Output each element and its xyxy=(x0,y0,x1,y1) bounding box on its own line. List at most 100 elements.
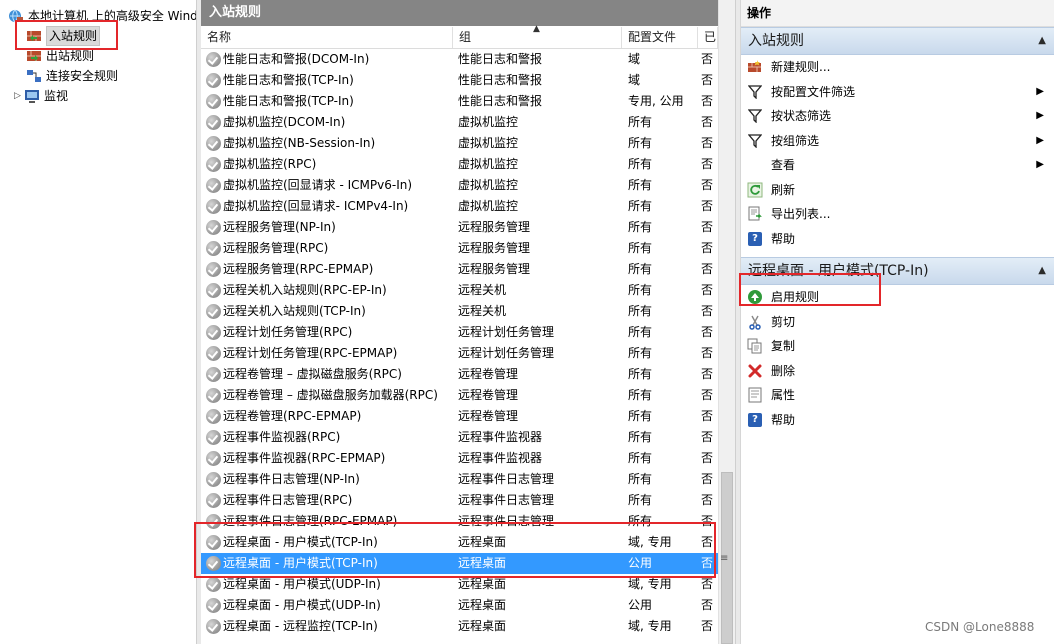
action-item[interactable]: 删除 xyxy=(741,359,1054,384)
table-row[interactable]: 虚拟机监控(RPC) 虚拟机监控 所有 否 xyxy=(201,154,718,175)
table-row[interactable]: 性能日志和警报(DCOM-In) 性能日志和警报 域 否 xyxy=(201,49,718,70)
submenu-arrow-icon: ▶ xyxy=(1036,134,1044,146)
tree-item-label: 连接安全规则 xyxy=(46,69,119,83)
action-item[interactable]: 属性 xyxy=(741,383,1054,408)
action-item[interactable]: 新建规则... xyxy=(741,55,1054,80)
rule-group-cell: 远程关机 xyxy=(458,283,507,297)
table-row[interactable]: 远程桌面 - 用户模式(UDP-In) 远程桌面 公用 否 xyxy=(201,595,718,616)
rule-profile-cell: 所有 xyxy=(628,325,653,339)
table-row[interactable]: 远程计划任务管理(RPC) 远程计划任务管理 所有 否 xyxy=(201,322,718,343)
action-item[interactable]: 按状态筛选 ▶ xyxy=(741,104,1054,129)
disabled-rule-icon xyxy=(206,241,221,256)
action-label: 复制 xyxy=(771,339,796,353)
action-item[interactable]: 查看 ▶ xyxy=(741,153,1054,178)
expand-arrow-icon[interactable]: ▷ xyxy=(14,86,24,106)
console-tree: 本地计算机 上的高级安全 Windows 入站规则 出站规则 连接安全规则 ▷ xyxy=(0,0,196,644)
rule-name-cell: 远程计划任务管理(RPC) xyxy=(223,325,353,339)
actions-pane: 操作 入站规则 ▲ 新建规则... 按配置文件筛选 ▶ 按状态筛选 ▶ 按组筛选 ▶ 查看 ▶ 刷… xyxy=(740,0,1054,644)
disabled-rule-icon xyxy=(206,157,221,172)
rule-group-cell: 性能日志和警报 xyxy=(458,94,543,108)
rule-enabled-cell: 否 xyxy=(701,346,714,360)
table-row[interactable]: 远程桌面 - 远程监控(TCP-In) 远程桌面 域, 专用 否 xyxy=(201,616,718,637)
action-item[interactable]: ? 帮助 xyxy=(741,408,1054,433)
action-item[interactable]: 导出列表... xyxy=(741,202,1054,227)
column-header-name[interactable]: 名称 xyxy=(201,27,453,48)
table-row[interactable]: 远程服务管理(RPC-EPMAP) 远程服务管理 所有 否 xyxy=(201,259,718,280)
collapse-arrow-icon[interactable]: ▲ xyxy=(1038,28,1046,54)
table-row[interactable]: 远程卷管理 – 虚拟磁盘服务加载器(RPC) 远程卷管理 所有 否 xyxy=(201,385,718,406)
rule-group-cell: 性能日志和警报 xyxy=(458,73,543,87)
table-row[interactable]: 远程事件监视器(RPC) 远程事件监视器 所有 否 xyxy=(201,427,718,448)
action-label: 删除 xyxy=(771,363,796,378)
disabled-rule-icon xyxy=(206,262,221,277)
action-item[interactable]: 复制 xyxy=(741,334,1054,359)
rule-profile-cell: 所有 xyxy=(628,409,653,423)
tree-item-monitoring[interactable]: ▷ 监视 xyxy=(14,86,68,106)
rule-profile-cell: 所有 xyxy=(628,283,653,297)
action-item[interactable]: 刷新 xyxy=(741,178,1054,203)
table-row[interactable]: 虚拟机监控(回显请求 - ICMPv6-In) 虚拟机监控 所有 否 xyxy=(201,175,718,196)
rule-enabled-cell: 否 xyxy=(701,115,714,129)
rule-name-cell: 性能日志和警报(DCOM-In) xyxy=(223,52,370,66)
action-item[interactable]: 按组筛选 ▶ xyxy=(741,129,1054,154)
rule-profile-cell: 域 xyxy=(628,73,641,87)
action-label: 帮助 xyxy=(771,412,796,427)
table-row[interactable]: 远程卷管理 – 虚拟磁盘服务(RPC) 远程卷管理 所有 否 xyxy=(201,364,718,385)
rule-name-cell: 远程事件监视器(RPC) xyxy=(223,430,341,444)
disabled-rule-icon xyxy=(206,388,221,403)
rule-group-cell: 虚拟机监控 xyxy=(458,157,519,171)
rule-group-cell: 远程桌面 xyxy=(458,619,507,633)
export-icon xyxy=(747,206,763,222)
actions-section-inbound[interactable]: 入站规则 ▲ xyxy=(741,27,1054,55)
annotation-box-rows xyxy=(194,522,716,578)
rule-name-cell: 虚拟机监控(DCOM-In) xyxy=(223,115,346,129)
vertical-scrollbar[interactable] xyxy=(718,0,735,644)
action-label: 导出列表... xyxy=(771,207,831,221)
rule-enabled-cell: 否 xyxy=(701,73,714,87)
rule-profile-cell: 所有 xyxy=(628,220,653,234)
table-row[interactable]: 远程卷管理(RPC-EPMAP) 远程卷管理 所有 否 xyxy=(201,406,718,427)
table-row[interactable]: 远程服务管理(NP-In) 远程服务管理 所有 否 xyxy=(201,217,718,238)
column-header-group-label: 组 xyxy=(459,30,472,44)
tree-item-connection-security-rules[interactable]: 连接安全规则 xyxy=(26,66,118,86)
disabled-rule-icon xyxy=(206,115,221,130)
table-row[interactable]: 远程事件日志管理(RPC) 远程事件日志管理 所有 否 xyxy=(201,490,718,511)
rule-profile-cell: 域 xyxy=(628,52,641,66)
collapse-arrow-icon[interactable]: ▲ xyxy=(1038,258,1046,284)
rule-group-cell: 远程计划任务管理 xyxy=(458,325,555,339)
column-header-enabled[interactable]: 已启 xyxy=(698,27,718,48)
action-label: 新建规则... xyxy=(771,60,831,74)
table-row[interactable]: 远程事件日志管理(NP-In) 远程事件日志管理 所有 否 xyxy=(201,469,718,490)
table-row[interactable]: 远程服务管理(RPC) 远程服务管理 所有 否 xyxy=(201,238,718,259)
disabled-rule-icon xyxy=(206,367,221,382)
rule-group-cell: 远程卷管理 xyxy=(458,388,519,402)
table-row[interactable]: 性能日志和警报(TCP-In) 性能日志和警报 专用, 公用 否 xyxy=(201,91,718,112)
rule-name-cell: 远程卷管理(RPC-EPMAP) xyxy=(223,409,362,423)
rule-profile-cell: 所有 xyxy=(628,451,653,465)
table-row[interactable]: 虚拟机监控(回显请求- ICMPv4-In) 虚拟机监控 所有 否 xyxy=(201,196,718,217)
action-item[interactable]: 剪切 xyxy=(741,310,1054,335)
disabled-rule-icon xyxy=(206,598,221,613)
rule-enabled-cell: 否 xyxy=(701,52,714,66)
table-row[interactable]: 虚拟机监控(NB-Session-In) 虚拟机监控 所有 否 xyxy=(201,133,718,154)
rule-name-cell: 性能日志和警报(TCP-In) xyxy=(223,73,354,87)
monitor-icon xyxy=(25,90,39,103)
table-row[interactable]: 远程关机入站规则(TCP-In) 远程关机 所有 否 xyxy=(201,301,718,322)
action-item[interactable]: 按配置文件筛选 ▶ xyxy=(741,80,1054,105)
table-row[interactable]: 远程关机入站规则(RPC-EP-In) 远程关机 所有 否 xyxy=(201,280,718,301)
table-row[interactable]: 虚拟机监控(DCOM-In) 虚拟机监控 所有 否 xyxy=(201,112,718,133)
action-item[interactable]: ? 帮助 xyxy=(741,227,1054,252)
action-label: 按组筛选 xyxy=(771,133,820,148)
table-row[interactable]: 远程计划任务管理(RPC-EPMAP) 远程计划任务管理 所有 否 xyxy=(201,343,718,364)
rule-enabled-cell: 否 xyxy=(701,388,714,402)
rule-enabled-cell: 否 xyxy=(701,220,714,234)
rule-profile-cell: 专用, 公用 xyxy=(628,94,684,108)
rule-profile-cell: 域, 专用 xyxy=(628,619,672,633)
refresh-icon xyxy=(747,182,763,198)
rule-enabled-cell: 否 xyxy=(701,598,714,612)
rule-enabled-cell: 否 xyxy=(701,136,714,150)
table-row[interactable]: 性能日志和警报(TCP-In) 性能日志和警报 域 否 xyxy=(201,70,718,91)
table-row[interactable]: 远程事件监视器(RPC-EPMAP) 远程事件监视器 所有 否 xyxy=(201,448,718,469)
rule-enabled-cell: 否 xyxy=(701,430,714,444)
column-header-profile[interactable]: 配置文件 xyxy=(622,27,698,48)
